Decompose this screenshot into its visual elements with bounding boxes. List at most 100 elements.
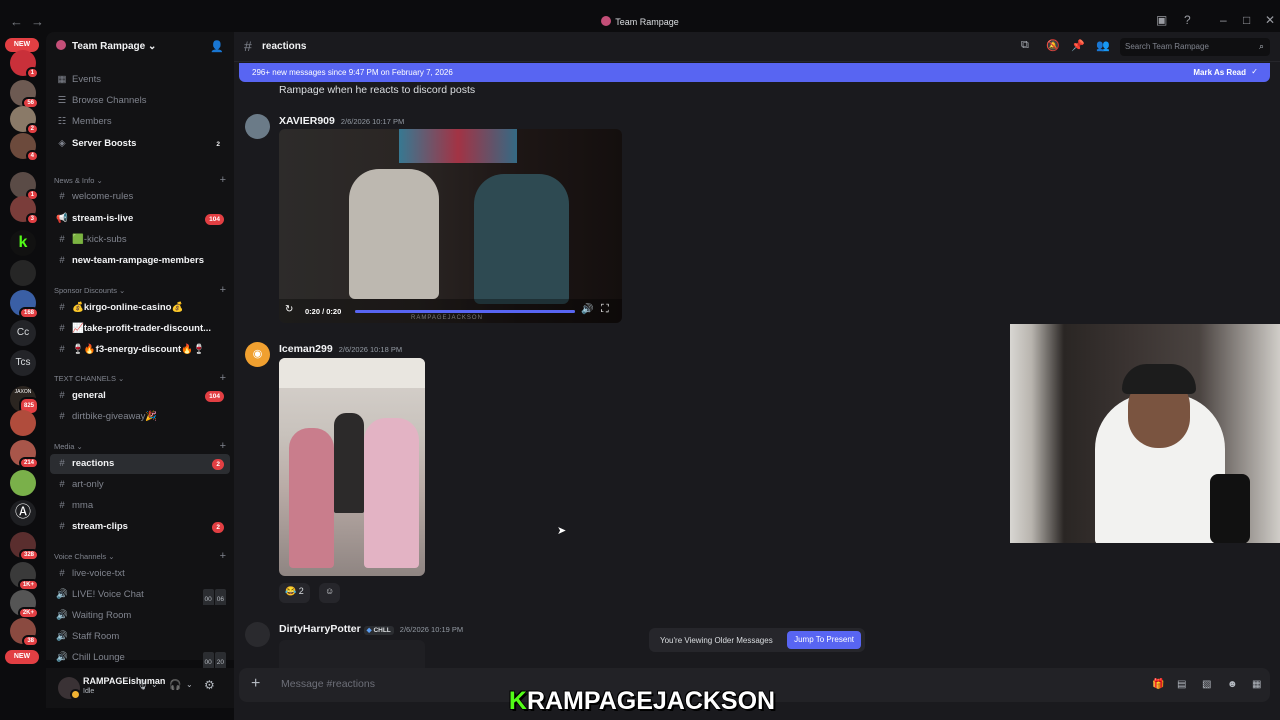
discord-default-avatar[interactable]: ◉ [245, 342, 270, 367]
add-channel-icon[interactable]: + [220, 440, 226, 452]
server-avatar[interactable]: 4 [10, 133, 39, 162]
add-attachment-icon[interactable]: + [251, 675, 260, 693]
add-channel-icon[interactable]: + [220, 174, 226, 186]
new-messages-banner[interactable]: 296+ new messages since 9:47 PM on Febru… [239, 63, 1270, 82]
add-channel-icon[interactable]: + [220, 550, 226, 562]
fullscreen-icon[interactable]: ⛶ [601, 303, 609, 316]
server-badge: 4 [25, 150, 39, 162]
server-icon [601, 16, 612, 26]
channel-new-team-rampage-members[interactable]: # new-team-rampage-members [50, 251, 230, 271]
add-channel-icon[interactable]: + [220, 284, 226, 296]
channel-welcome-rules[interactable]: # welcome-rules [50, 187, 230, 207]
category-sponsor-discounts[interactable]: Sponsor Discounts ⌄ + [54, 284, 226, 296]
bell-muted-icon[interactable]: 🔕 [1046, 39, 1060, 52]
emoji-icon[interactable]: ☻ [1227, 679, 1238, 690]
apps-icon[interactable]: ▦ [1252, 679, 1261, 690]
jump-to-present-button[interactable]: Jump To Present [787, 631, 861, 649]
channel-dirtbike-giveaway[interactable]: # dirtbike-giveaway🎉 [50, 407, 230, 427]
sidebar-item-browse-channels[interactable]: ☰ Browse Channels [50, 91, 230, 111]
server-avatar[interactable]: 38 [10, 618, 39, 647]
video-figure-left [349, 169, 439, 299]
message-author[interactable]: DirtyHarryPotter [279, 623, 361, 635]
gear-icon[interactable]: ⚙ [204, 678, 215, 692]
server-avatar[interactable]: JAXON 825 [10, 386, 39, 415]
reaction-button[interactable]: 😂 2 [279, 583, 310, 603]
image-attachment[interactable] [279, 358, 425, 576]
server-avatar[interactable]: 1 [10, 172, 39, 201]
server-avatar[interactable]: 56 [10, 80, 39, 109]
threads-icon[interactable]: ⧉ [1021, 39, 1029, 52]
category-media[interactable]: Media ⌄ + [54, 440, 226, 452]
image-attachment-partial[interactable] [279, 640, 425, 668]
minimize-icon[interactable]: – [1220, 13, 1227, 27]
channel-art-only[interactable]: # art-only [50, 475, 230, 495]
reaction-count: 2 [298, 586, 304, 596]
avatar[interactable] [58, 677, 81, 700]
channel-kick-subs[interactable]: # 🟩-kick-subs [50, 230, 230, 250]
server-avatar[interactable]: 2 [10, 106, 39, 135]
invite-icon[interactable]: 👤 [210, 40, 224, 53]
server-avatar[interactable] [10, 470, 36, 496]
server-avatar[interactable]: 2K+ [10, 590, 39, 619]
voice-channel-staff-room[interactable]: 🔊 Staff Room [50, 627, 230, 647]
voice-channel-chill-lounge[interactable]: 🔊 Chill Lounge 00 20 [50, 648, 230, 668]
mark-as-read-button[interactable]: Mark As Read [1193, 68, 1246, 77]
server-avatar[interactable]: 1 [10, 50, 39, 79]
server-avatar[interactable] [10, 260, 36, 286]
server-avatar[interactable]: Ⓐ [10, 500, 36, 526]
chevron-down-icon[interactable]: ⌄ [186, 680, 193, 689]
server-avatar[interactable]: 3 [10, 196, 39, 225]
category-voice-channels[interactable]: Voice Channels ⌄ + [54, 550, 226, 562]
channel-kirgo-online-casino[interactable]: # 💰kirgo-online-casino💰 [50, 298, 230, 318]
channel-f3-energy-discount[interactable]: # 🍷🔥f3-energy-discount🔥🍷 [50, 340, 230, 360]
server-header[interactable]: Team Rampage ⌄ 👤 [46, 32, 234, 62]
voice-channel-waiting-room[interactable]: 🔊 Waiting Room [50, 606, 230, 626]
message-author[interactable]: Iceman299 [279, 343, 333, 355]
server-avatar-text[interactable]: Tcs [10, 350, 36, 376]
server-avatar[interactable]: 214 [10, 440, 39, 469]
category-news-info[interactable]: News & Info ⌄ + [54, 174, 226, 186]
server-avatar-text[interactable]: Cc [10, 320, 36, 346]
category-text-channels[interactable]: TEXT CHANNELS ⌄ + [54, 372, 226, 384]
voice-channel-live-voice-chat[interactable]: 🔊 LIVE! Voice Chat 00 06 [50, 585, 230, 605]
server-avatar[interactable]: 168 [10, 290, 39, 319]
gif-icon[interactable]: ▤ [1177, 679, 1186, 690]
video-progress-track[interactable] [355, 310, 575, 313]
server-avatar[interactable]: 1K+ [10, 562, 39, 591]
microphone-icon[interactable]: 🎙 [136, 680, 149, 691]
sticker-icon[interactable]: ▧ [1202, 679, 1211, 690]
category-label: Voice Channels [54, 552, 107, 561]
channel-general[interactable]: # general 104 [50, 386, 230, 406]
inbox-icon[interactable]: ▣ [1156, 13, 1167, 27]
sidebar-item-server-boosts[interactable]: ◈ Server Boosts 2 [50, 134, 230, 154]
pin-icon[interactable]: 📌 [1071, 39, 1085, 52]
chevron-down-icon[interactable]: ⌄ [151, 680, 158, 689]
channel-mma[interactable]: # mma [50, 496, 230, 516]
replay-icon[interactable]: ↻ [285, 304, 293, 315]
add-channel-icon[interactable]: + [220, 372, 226, 384]
close-icon[interactable]: ✕ [1265, 13, 1275, 27]
members-icon[interactable]: 👥 [1096, 39, 1110, 52]
server-avatar[interactable] [10, 410, 36, 436]
message-author[interactable]: XAVIER909 [279, 115, 335, 127]
avatar[interactable] [245, 114, 270, 139]
add-reaction-button[interactable]: ☺ [319, 583, 341, 603]
search-input[interactable]: Search Team Rampage ⌕ [1120, 38, 1270, 56]
channel-live-voice-txt[interactable]: # live-voice-txt [50, 564, 230, 584]
avatar[interactable] [245, 622, 270, 647]
help-icon[interactable]: ? [1184, 13, 1191, 27]
volume-icon[interactable]: 🔊 [581, 304, 593, 315]
count-badge: 2 [212, 459, 224, 470]
headphones-icon[interactable]: 🎧 [169, 680, 181, 691]
maximize-icon[interactable]: □ [1243, 13, 1250, 27]
channel-reactions[interactable]: # reactions 2 [50, 454, 230, 474]
channel-stream-is-live[interactable]: 📢 stream-is-live 104 [50, 209, 230, 229]
gift-icon[interactable]: 🎁 [1152, 679, 1164, 690]
kick-server-icon[interactable]: k [10, 230, 36, 256]
channel-take-profit-trader[interactable]: # 📈take-profit-trader-discount... [50, 319, 230, 339]
video-attachment[interactable]: RAMPAGEJACKSON ↻ 0:20 / 0:20 🔊 ⛶ [279, 129, 622, 323]
sidebar-item-members[interactable]: ☷ Members [50, 112, 230, 132]
channel-stream-clips[interactable]: # stream-clips 2 [50, 517, 230, 537]
sidebar-item-events[interactable]: ▦ Events [50, 70, 230, 90]
server-avatar[interactable]: 328 [10, 532, 39, 561]
